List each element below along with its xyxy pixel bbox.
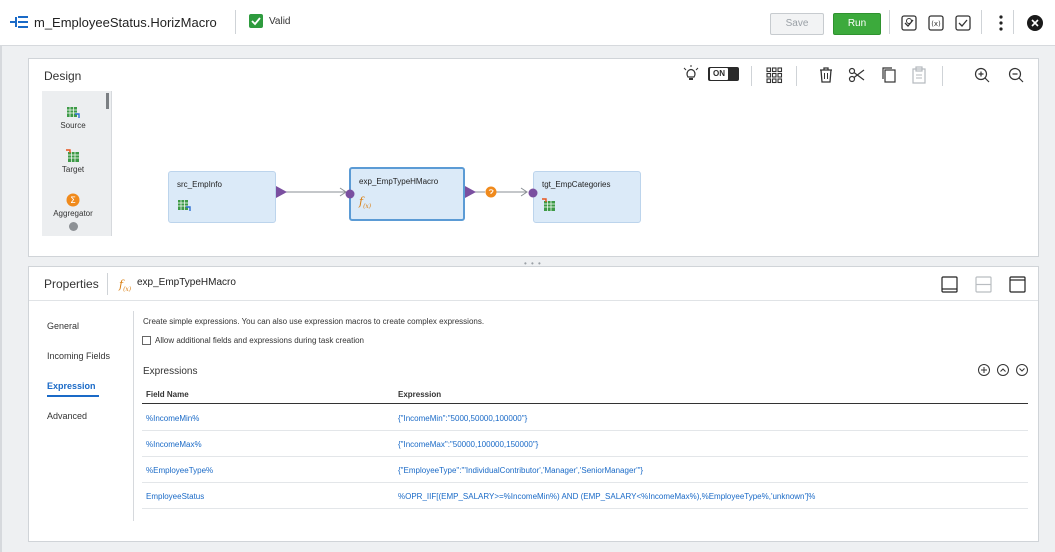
field-name-link[interactable]: %IncomeMin%: [146, 414, 199, 423]
transformation-palette: Source Target Σ Aggregator: [42, 91, 112, 236]
divider: [889, 10, 890, 34]
field-name-link[interactable]: %EmployeeType%: [146, 466, 213, 475]
move-up-icon[interactable]: [996, 363, 1010, 377]
mapping-canvas[interactable]: src_EmpInfo exp_EmpTypeHMacro f(x) tgt_E…: [113, 91, 1033, 251]
tab-incoming-fields[interactable]: Incoming Fields: [47, 351, 127, 361]
selected-object-name: exp_EmpTypeHMacro: [137, 277, 236, 288]
divider: [133, 311, 134, 521]
output-port-icon[interactable]: [465, 186, 477, 198]
divider: [1013, 10, 1014, 34]
properties-label: Properties: [44, 277, 99, 291]
divider: [107, 273, 108, 295]
palette-label: Aggregator: [53, 209, 93, 218]
layout-bottom-icon[interactable]: [941, 276, 958, 293]
canvas-node-source[interactable]: src_EmpInfo: [168, 171, 276, 223]
expression-link[interactable]: {"IncomeMax":"50000,100000,150000"}: [398, 440, 538, 449]
cut-icon[interactable]: [847, 65, 867, 85]
zoom-out-icon[interactable]: [1006, 65, 1026, 85]
table-row[interactable]: %IncomeMax% {"IncomeMax":"50000,100000,1…: [142, 431, 1028, 457]
divider: [29, 300, 1038, 301]
layout-split-icon[interactable]: [975, 276, 992, 293]
palette-item-target[interactable]: Target: [42, 149, 104, 174]
table-row[interactable]: EmployeeStatus %OPR_IIF[(EMP_SALARY>=%In…: [142, 483, 1028, 509]
status-label: Valid: [269, 16, 291, 27]
window-edge: [0, 46, 2, 552]
palette-label: Target: [61, 165, 85, 174]
zoom-in-icon[interactable]: [972, 65, 992, 85]
svg-text:Σ: Σ: [70, 196, 76, 206]
close-icon[interactable]: [1025, 13, 1045, 33]
parameters-icon[interactable]: (x): [926, 13, 946, 33]
divider: [751, 66, 752, 86]
source-icon: [178, 200, 191, 211]
properties-panel: Properties f(x) exp_EmpTypeHMacro Genera…: [28, 266, 1039, 542]
validate-icon[interactable]: [953, 13, 973, 33]
expression-link[interactable]: {"EmployeeType":"'IndividualContributor'…: [398, 466, 643, 475]
column-header-expression[interactable]: Expression: [398, 390, 441, 399]
field-name-link[interactable]: EmployeeStatus: [146, 492, 204, 501]
palette-more-icon[interactable]: [69, 222, 78, 231]
checkbox-label: Allow additional fields and expressions …: [155, 336, 365, 345]
layout-top-icon[interactable]: [1009, 276, 1026, 293]
svg-text:(x): (x): [931, 20, 941, 28]
move-down-icon[interactable]: [1015, 363, 1029, 377]
node-label: tgt_EmpCategories: [542, 180, 611, 189]
add-icon[interactable]: [977, 363, 991, 377]
expression-icon: f(x): [359, 195, 372, 211]
task-icon[interactable]: [899, 13, 919, 33]
expression-description: Create simple expressions. You can also …: [143, 317, 485, 326]
target-icon: [66, 149, 79, 162]
divider: [981, 10, 982, 34]
palette-scrollbar[interactable]: [106, 93, 109, 109]
macro-link-icon[interactable]: [485, 186, 497, 198]
node-label: src_EmpInfo: [177, 180, 222, 189]
copy-icon[interactable]: [879, 65, 899, 85]
expression-link[interactable]: {"IncomeMin":"5000,50000,100000"}: [398, 414, 527, 423]
tab-label: Expression: [47, 381, 96, 391]
mapping-icon: [10, 16, 28, 28]
tab-general[interactable]: General: [47, 321, 127, 331]
valid-check-icon: [249, 14, 263, 28]
recommendations-toggle[interactable]: ON: [708, 67, 739, 81]
paste-icon: [912, 66, 926, 84]
mapping-title: m_EmployeeStatus.HorizMacro: [34, 15, 217, 30]
table-header: Field Name Expression: [142, 386, 1028, 404]
palette-item-source[interactable]: Source: [42, 105, 104, 130]
divider: [942, 66, 943, 86]
more-icon[interactable]: [991, 13, 1011, 33]
save-button[interactable]: Save: [770, 13, 824, 35]
expression-icon: f(x): [119, 278, 132, 294]
palette-item-aggregator[interactable]: Σ Aggregator: [42, 193, 104, 218]
node-label: exp_EmpTypeHMacro: [359, 177, 439, 186]
active-tab-indicator: [47, 395, 99, 397]
top-bar: m_EmployeeStatus.HorizMacro Valid Save R…: [0, 0, 1055, 46]
output-port-icon[interactable]: [276, 186, 288, 198]
allow-additional-fields-checkbox[interactable]: [142, 336, 151, 345]
divider: [796, 66, 797, 86]
source-icon: [67, 107, 80, 118]
field-name-link[interactable]: %IncomeMax%: [146, 440, 202, 449]
tab-expression[interactable]: Expression: [47, 381, 127, 397]
aggregator-icon: Σ: [66, 193, 80, 207]
target-icon: [542, 198, 555, 211]
design-panel: Design ON Source Target Σ Aggregator src…: [28, 58, 1039, 257]
input-port-icon[interactable]: [345, 189, 355, 199]
lightbulb-icon: [683, 65, 699, 80]
arrange-grid-icon[interactable]: [764, 65, 784, 85]
palette-label: Source: [60, 121, 86, 130]
table-row[interactable]: %IncomeMin% {"IncomeMin":"5000,50000,100…: [142, 405, 1028, 431]
delete-icon[interactable]: [816, 65, 836, 85]
toggle-label: ON: [710, 68, 728, 80]
divider: [235, 10, 236, 34]
tab-advanced[interactable]: Advanced: [47, 411, 127, 421]
input-port-icon[interactable]: [528, 188, 538, 198]
expression-link[interactable]: %OPR_IIF[(EMP_SALARY>=%IncomeMin%) AND (…: [398, 492, 815, 501]
table-row[interactable]: %EmployeeType% {"EmployeeType":"'Individ…: [142, 457, 1028, 483]
column-header-field-name[interactable]: Field Name: [146, 390, 189, 399]
canvas-node-target[interactable]: tgt_EmpCategories: [528, 171, 641, 223]
expressions-title: Expressions: [143, 366, 198, 377]
canvas-node-expression[interactable]: exp_EmpTypeHMacro f(x): [345, 167, 465, 221]
design-label: Design: [44, 69, 82, 83]
run-button[interactable]: Run: [833, 13, 881, 35]
